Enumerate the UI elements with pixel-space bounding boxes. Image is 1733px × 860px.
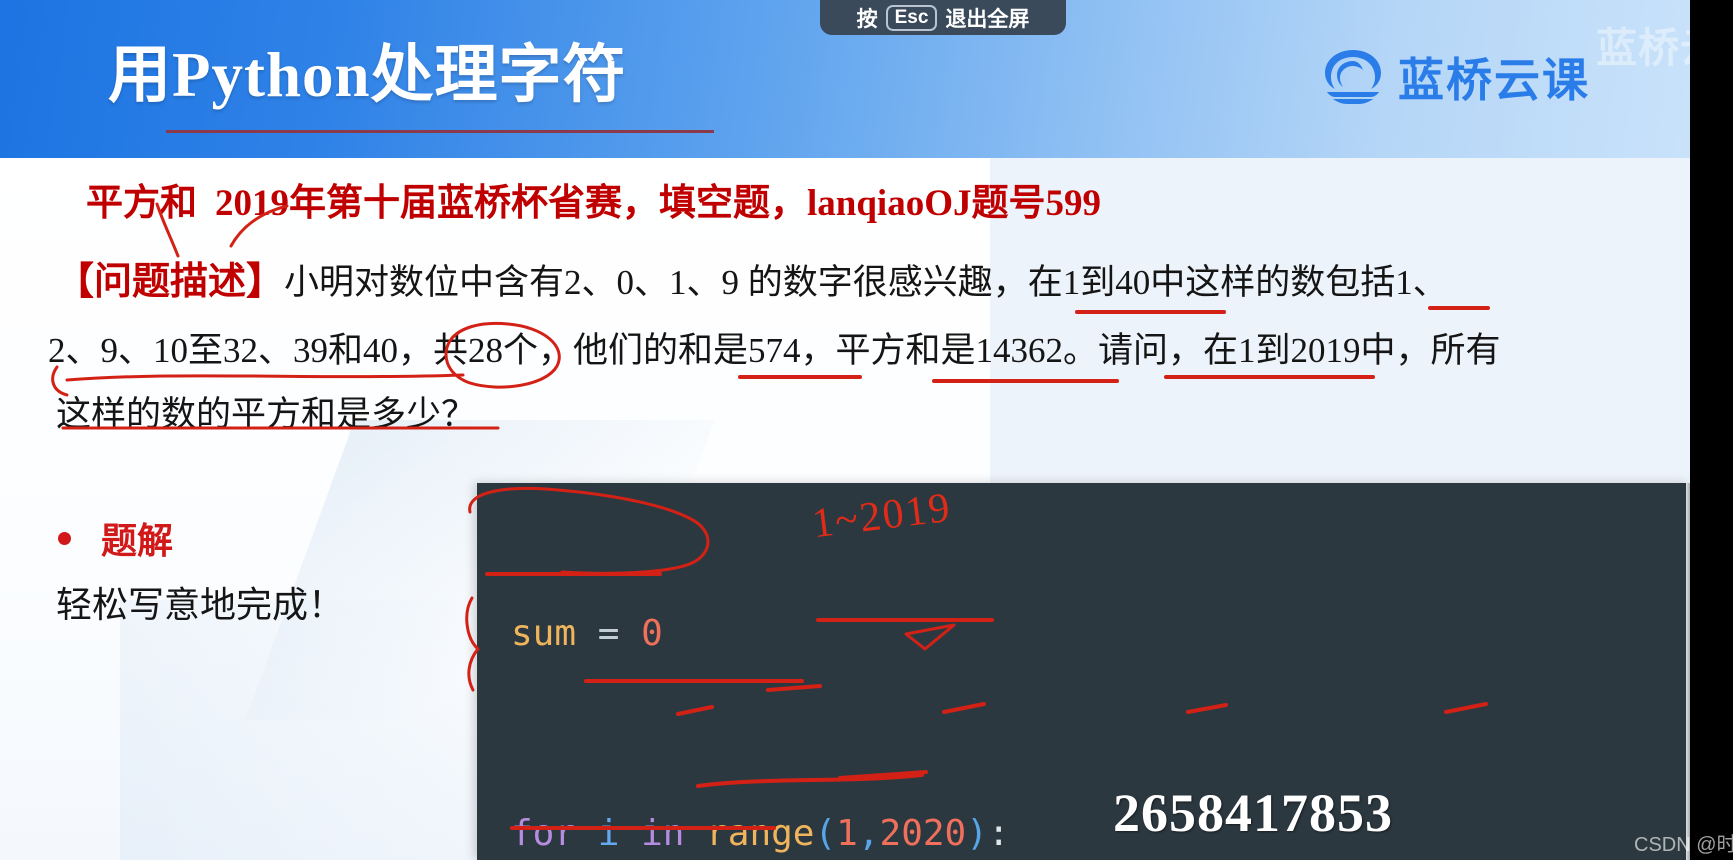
- solution-heading: 题解: [58, 512, 173, 564]
- code-line: sum = 0: [511, 609, 1690, 659]
- solution-label: 题解: [101, 521, 174, 561]
- code-token: 0: [641, 613, 663, 654]
- code-token: (: [814, 813, 837, 854]
- slide-canvas: 用Python处理字符 蓝桥云课 蓝桥云课 平方和 2019年第十届蓝桥杯省赛，填…: [0, 0, 1690, 860]
- code-token: range: [706, 813, 815, 854]
- problem-description-label: 【问题描述】: [56, 261, 285, 303]
- code-token: i: [597, 813, 620, 854]
- code-block-edge-highlight: [1686, 483, 1690, 860]
- exit-fullscreen-prefix: 按: [856, 7, 878, 31]
- title-underline: [166, 130, 714, 133]
- answer-value: 2658417853: [1113, 783, 1393, 843]
- code-token: :: [987, 813, 1010, 854]
- screen: 用Python处理字符 蓝桥云课 蓝桥云课 平方和 2019年第十届蓝桥杯省赛，填…: [0, 0, 1733, 860]
- problem-description-line-3: 这样的数的平方和是多少？: [56, 395, 477, 434]
- code-block: sum = 0 for i in range(1,2020): s = str(…: [477, 483, 1690, 860]
- code-token: 1: [836, 813, 858, 854]
- lanqiao-wave-icon: [1325, 50, 1381, 104]
- esc-key-badge: Esc: [885, 4, 938, 31]
- code-token: 2020: [879, 813, 967, 854]
- problem-source: 2019年第十届蓝桥杯省赛，填空题，lanqiaoOJ题号599: [215, 183, 1101, 224]
- problem-topic: 平方和: [86, 183, 197, 224]
- code-token: ): [966, 813, 988, 854]
- brand-logo-label: 蓝桥云课: [1398, 54, 1590, 106]
- csdn-watermark: CSDN @时雨h: [1634, 834, 1733, 856]
- code-token: sum: [511, 613, 577, 654]
- problem-description-line-2: 2、9、10至32、39和40，共28个，他们的和是574，平方和是14362。…: [48, 331, 1501, 370]
- solution-note: 轻松写意地完成！: [56, 585, 345, 625]
- code-listing: sum = 0 for i in range(1,2020): s = str(…: [477, 483, 1690, 860]
- code-token: for: [511, 813, 598, 854]
- exit-fullscreen-hint[interactable]: 按 Esc 退出全屏: [820, 0, 1066, 35]
- code-token: in: [619, 813, 707, 854]
- code-token: ,: [857, 813, 880, 854]
- page-title: 用Python处理字符: [108, 40, 627, 110]
- problem-description-line-1: 【问题描述】小明对数位中含有2、0、1、9 的数字很感兴趣，在1到40中这样的数…: [56, 250, 1448, 305]
- bullet-dot-icon: [58, 531, 71, 545]
- problem-heading: 平方和 2019年第十届蓝桥杯省赛，填空题，lanqiaoOJ题号599: [86, 172, 1101, 226]
- brand-watermark: 蓝桥云课: [1596, 25, 1690, 71]
- code-token: =: [576, 613, 642, 654]
- brand-logo: 蓝桥云课: [1320, 44, 1590, 110]
- code-line: for i in range(1,2020):: [511, 809, 1690, 859]
- problem-description-text-1: 小明对数位中含有2、0、1、9 的数字很感兴趣，在1到40中这样的数包括1、: [284, 263, 1448, 302]
- exit-fullscreen-suffix: 退出全屏: [945, 7, 1030, 31]
